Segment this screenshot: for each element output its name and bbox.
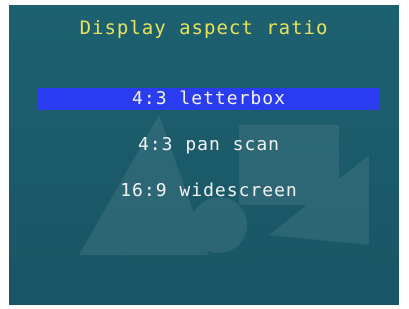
menu-item-4-3-pan-scan[interactable]: 4:3 pan scan	[38, 134, 380, 156]
aspect-ratio-menu: 4:3 letterbox 4:3 pan scan 16:9 widescre…	[9, 5, 399, 305]
osd-screen: Display aspect ratio 4:3 letterbox 4:3 p…	[9, 5, 399, 305]
menu-item-label: 4:3 pan scan	[137, 134, 281, 155]
menu-item-label: 16:9 widescreen	[120, 180, 298, 201]
menu-item-label: 4:3 letterbox	[132, 88, 286, 109]
menu-item-4-3-letterbox[interactable]: 4:3 letterbox	[38, 88, 380, 110]
menu-item-16-9-widescreen[interactable]: 16:9 widescreen	[38, 180, 380, 202]
